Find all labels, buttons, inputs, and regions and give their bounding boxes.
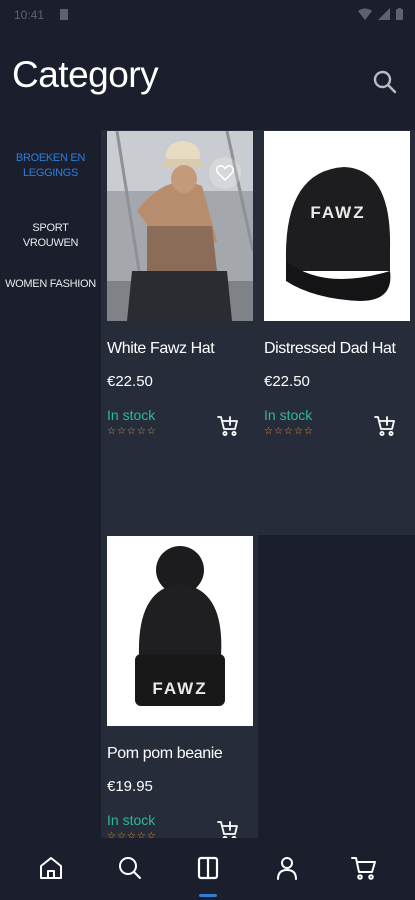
product-price: €22.50 bbox=[107, 373, 153, 390]
categories-icon bbox=[197, 856, 219, 880]
nav-profile[interactable] bbox=[273, 854, 301, 882]
battery-icon bbox=[396, 8, 403, 20]
add-to-cart-icon bbox=[217, 821, 238, 838]
rating-stars: ☆☆☆☆☆ bbox=[107, 426, 157, 437]
product-price: €22.50 bbox=[264, 373, 310, 390]
search-icon bbox=[373, 70, 397, 94]
nav-cart[interactable] bbox=[350, 854, 378, 882]
add-to-cart-icon bbox=[374, 416, 395, 436]
signal-icon bbox=[378, 8, 390, 20]
product-image bbox=[107, 131, 253, 321]
category-item-sport-vrouwen[interactable]: SPORT VROUWEN bbox=[0, 221, 101, 251]
nav-search[interactable] bbox=[116, 854, 144, 882]
heart-icon bbox=[397, 165, 410, 181]
status-bar: 10:41 bbox=[0, 0, 415, 30]
header: Category bbox=[0, 42, 415, 112]
bottom-navigation bbox=[0, 838, 415, 900]
stock-status: In stock bbox=[107, 812, 156, 828]
product-logo: FAWZ bbox=[152, 679, 207, 698]
heart-icon bbox=[216, 165, 234, 181]
cart-icon bbox=[351, 857, 376, 880]
product-photo-dad-hat: FAWZ bbox=[264, 131, 410, 321]
home-icon bbox=[40, 857, 62, 879]
nav-home[interactable] bbox=[37, 854, 65, 882]
rating-stars: ☆☆☆☆☆ bbox=[264, 426, 314, 437]
product-photo-pom-pom-beanie: FAWZ bbox=[107, 536, 253, 726]
status-icons bbox=[358, 8, 403, 20]
product-name: Pom pom beanie bbox=[107, 745, 223, 762]
status-time: 10:41 bbox=[14, 8, 45, 22]
rating-stars: ☆☆☆☆☆ bbox=[107, 831, 157, 838]
add-to-cart-button[interactable] bbox=[374, 415, 396, 437]
product-image: FAWZ bbox=[107, 536, 253, 726]
product-card[interactable]: FAWZ Pom pom beanie €19.95 In stock ☆☆☆☆… bbox=[101, 535, 258, 838]
search-button[interactable] bbox=[371, 68, 399, 96]
category-sidebar: BROEKEN EN LEGGINGS SPORT VROUWEN WOMEN … bbox=[0, 130, 101, 840]
product-image: FAWZ bbox=[264, 131, 410, 321]
search-icon bbox=[119, 857, 141, 879]
product-name: Distressed Dad Hat bbox=[264, 340, 396, 357]
profile-icon bbox=[277, 857, 297, 880]
wifi-icon bbox=[358, 8, 372, 20]
favorite-button[interactable] bbox=[209, 157, 241, 189]
product-price: €19.95 bbox=[107, 778, 153, 795]
page-title: Category bbox=[12, 54, 159, 95]
product-logo: FAWZ bbox=[310, 203, 365, 222]
add-to-cart-button[interactable] bbox=[217, 415, 239, 437]
stock-status: In stock bbox=[107, 407, 156, 423]
add-to-cart-icon bbox=[217, 416, 238, 436]
product-card[interactable]: White Fawz Hat €22.50 In stock ☆☆☆☆☆ bbox=[101, 130, 258, 535]
category-item-broeken-en-leggings[interactable]: BROEKEN EN LEGGINGS bbox=[0, 151, 101, 181]
sim-card-icon bbox=[60, 9, 68, 20]
add-to-cart-button[interactable] bbox=[217, 820, 239, 838]
product-name: White Fawz Hat bbox=[107, 340, 215, 357]
category-item-women-fashion[interactable]: WOMEN FASHION bbox=[0, 277, 101, 292]
product-card[interactable]: FAWZ Distressed Dad Hat €22.50 In stock … bbox=[258, 130, 415, 535]
nav-categories[interactable] bbox=[194, 854, 222, 882]
active-tab-indicator bbox=[199, 894, 217, 897]
product-grid: White Fawz Hat €22.50 In stock ☆☆☆☆☆ FAW… bbox=[101, 130, 415, 838]
stock-status: In stock bbox=[264, 407, 313, 423]
